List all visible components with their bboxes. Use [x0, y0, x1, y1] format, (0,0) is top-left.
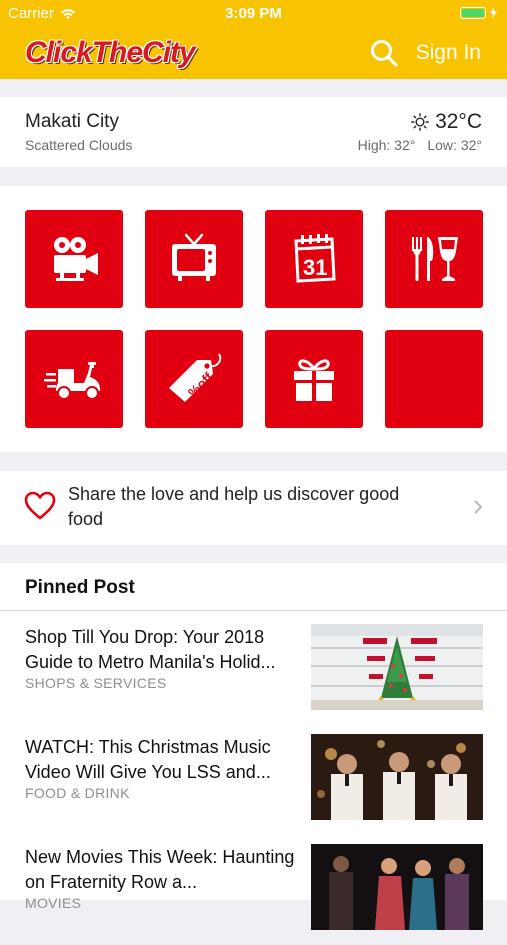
section-title: Pinned Post: [25, 577, 135, 598]
food-drink-icon: [412, 237, 458, 281]
divider: [0, 610, 507, 611]
category-deals-tile[interactable]: %off: [145, 330, 243, 428]
calendar-icon: 31: [294, 234, 336, 283]
status-bar: Carrier 3:09 PM: [0, 0, 507, 28]
category-gifts-tile[interactable]: [265, 330, 363, 428]
post-item[interactable]: Shop Till You Drop: Your 2018 Guide to M…: [0, 624, 507, 725]
post-title: New Movies This Week: Haunting on Frater…: [25, 847, 295, 892]
post-category: MOVIES: [25, 895, 82, 911]
svg-text:31: 31: [303, 255, 327, 280]
share-love-text: Share the love and help us discover good…: [68, 484, 400, 529]
weather-city: Makati City: [25, 111, 119, 132]
weather-high-low: High: 32° Low: 32°: [358, 137, 482, 153]
temperature-value: 32°C: [435, 110, 482, 133]
post-item[interactable]: New Movies This Week: Haunting on Frater…: [0, 844, 507, 945]
sun-icon: [411, 113, 429, 131]
movie-scene-thumbnail: [311, 844, 483, 930]
clickthecity-logo[interactable]: ClickTheCity: [25, 36, 196, 70]
weather-high: High: 32°: [357, 137, 416, 153]
charging-icon: [490, 7, 497, 19]
clock: 3:09 PM: [225, 5, 282, 22]
post-title: WATCH: This Christmas Music Video Will G…: [25, 737, 271, 782]
category-blank-tile[interactable]: [385, 330, 483, 428]
category-events-tile[interactable]: 31: [265, 210, 363, 308]
music-video-thumbnail: [311, 734, 483, 820]
sign-in-button[interactable]: Sign In: [416, 41, 481, 65]
tv-icon: [172, 233, 216, 281]
category-delivery-tile[interactable]: [25, 330, 123, 428]
post-title: Shop Till You Drop: Your 2018 Guide to M…: [25, 627, 276, 672]
movie-camera-icon: [54, 237, 98, 281]
category-food-tile[interactable]: [385, 210, 483, 308]
category-tv-tile[interactable]: [145, 210, 243, 308]
mall-christmas-thumbnail: [311, 624, 483, 710]
heart-icon: [24, 491, 56, 520]
delivery-scooter-icon: [44, 362, 100, 400]
post-category: FOOD & DRINK: [25, 785, 130, 801]
post-item[interactable]: WATCH: This Christmas Music Video Will G…: [0, 734, 507, 835]
weather-temperature: 32°C: [411, 110, 482, 134]
battery-icon: [460, 7, 497, 19]
search-icon[interactable]: [369, 38, 399, 68]
category-grid: 31 %off: [0, 186, 507, 452]
chevron-right-icon: [474, 500, 483, 514]
gift-icon: [294, 359, 334, 401]
sale-tag-icon: %off: [169, 353, 222, 402]
app-header: Carrier 3:09 PM ClickTheCity Sign In: [0, 0, 507, 79]
pinned-posts-section: Pinned Post Shop Till You Drop: Your 201…: [0, 563, 507, 930]
share-love-banner[interactable]: Share the love and help us discover good…: [0, 471, 507, 545]
weather-low: Low: 32°: [427, 137, 482, 153]
category-movies-tile[interactable]: [25, 210, 123, 308]
weather-card: Makati City Scattered Clouds 32°C High: …: [0, 97, 507, 167]
weather-condition: Scattered Clouds: [25, 137, 133, 153]
post-category: SHOPS & SERVICES: [25, 675, 167, 691]
